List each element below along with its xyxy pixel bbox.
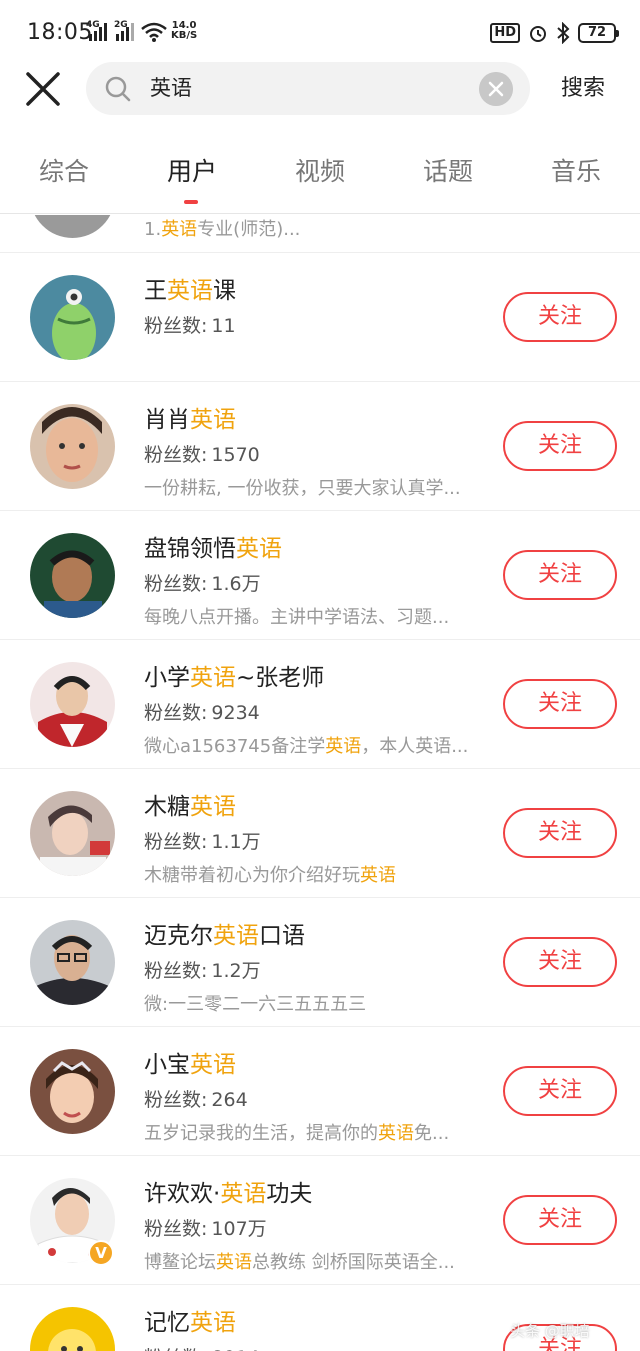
user-desc: 五岁记录我的生活，提高你的英语免...	[144, 1123, 450, 1144]
fans-count: 粉丝数: 1.1万	[144, 831, 261, 853]
teacher-avatar	[30, 662, 115, 747]
user-desc: 微心a1563745备注学英语，本人英语...	[144, 736, 469, 757]
signal-icon-2	[116, 23, 134, 41]
list-item[interactable]: 小宝英语 粉丝数: 264 五岁记录我的生活，提高你的英语免... 关注	[0, 1027, 640, 1156]
watermark: 头条 @职培	[510, 1322, 590, 1340]
tab-videos[interactable]: 视频	[256, 152, 384, 188]
user-name: 许欢欢·英语功夫	[144, 1181, 313, 1207]
fans-count: 粉丝数: 1570	[144, 444, 260, 466]
hd-badge: HD	[490, 23, 520, 43]
follow-button[interactable]: 关注	[503, 421, 617, 471]
search-box[interactable]	[86, 62, 530, 115]
wifi-icon	[141, 22, 167, 42]
user-name: 木糖英语	[144, 794, 236, 820]
user-desc: 微:一三零二一六三五五五三	[144, 994, 367, 1015]
follow-button[interactable]: 关注	[503, 1195, 617, 1245]
glasses-man-avatar	[30, 920, 115, 1005]
user-results-list: 1.英语专业(师范)... 王英语课 粉丝数: 11 关注 肖肖英语 粉丝数: …	[0, 215, 640, 1351]
user-desc: 每晚八点开播。主讲中学语法、习题...	[144, 607, 450, 628]
user-name: 盘锦领悟英语	[144, 536, 282, 562]
tab-bar: 综合 用户 视频 话题 音乐	[0, 140, 640, 214]
list-item[interactable]: 记忆英语 粉丝数:8914 关注	[0, 1285, 640, 1351]
fans-count: 粉丝数: 9234	[144, 702, 260, 724]
signal-icon	[89, 23, 107, 41]
follow-button[interactable]: 关注	[503, 937, 617, 987]
status-right-icons: HD 72	[490, 20, 619, 46]
tab-topics[interactable]: 话题	[384, 152, 512, 188]
fans-count: 粉丝数: 11	[144, 315, 236, 337]
fans-count: 粉丝数: 1.2万	[144, 960, 261, 982]
young-man-avatar	[30, 791, 115, 876]
clear-search-icon[interactable]	[479, 72, 513, 106]
search-input[interactable]	[150, 62, 450, 115]
close-icon[interactable]	[22, 68, 64, 110]
man-chalkboard-avatar	[30, 533, 115, 618]
bluetooth-icon	[557, 22, 570, 44]
tab-music[interactable]: 音乐	[512, 152, 640, 188]
search-icon	[105, 76, 131, 102]
green-monster-avatar	[30, 275, 115, 360]
verified-badge-icon: V	[88, 1240, 114, 1266]
user-name: 小宝英语	[144, 1052, 236, 1078]
status-time: 18:05	[27, 20, 93, 45]
user-desc: 1.英语专业(师范)...	[144, 219, 301, 240]
user-desc: 木糖带着初心为你介绍好玩英语	[144, 865, 396, 886]
woman-avatar	[30, 404, 115, 489]
gray-avatar	[30, 215, 115, 238]
user-name: 迈克尔英语口语	[144, 923, 305, 949]
user-name: 王英语课	[144, 278, 236, 304]
active-tab-indicator	[184, 200, 198, 204]
list-item[interactable]: 王英语课 粉丝数: 11 关注	[0, 253, 640, 382]
fans-count: 粉丝数: 264	[144, 1089, 248, 1111]
user-name: 记忆英语	[144, 1310, 236, 1336]
follow-button[interactable]: 关注	[503, 1066, 617, 1116]
list-item[interactable]: 盘锦领悟英语 粉丝数: 1.6万 每晚八点开播。主讲中学语法、习题... 关注	[0, 511, 640, 640]
list-item[interactable]: 迈克尔英语口语 粉丝数: 1.2万 微:一三零二一六三五五五三 关注	[0, 898, 640, 1027]
fans-count: 粉丝数: 107万	[144, 1218, 267, 1240]
girl-avatar	[30, 1049, 115, 1134]
list-item[interactable]: 小学英语~张老师 粉丝数: 9234 微心a1563745备注学英语，本人英语..…	[0, 640, 640, 769]
follow-button[interactable]: 关注	[503, 292, 617, 342]
alarm-icon	[530, 26, 546, 42]
follow-button[interactable]: 关注	[503, 550, 617, 600]
fans-count: 粉丝数: 1.6万	[144, 573, 261, 595]
list-item[interactable]: 1.英语专业(师范)...	[0, 215, 640, 253]
fans-count: 粉丝数:8914	[144, 1343, 260, 1351]
tab-overview[interactable]: 综合	[0, 152, 128, 188]
user-name: 肖肖英语	[144, 407, 236, 433]
battery-icon: 72	[578, 23, 619, 43]
user-desc: 一份耕耘, 一份收获，只要大家认真学...	[144, 478, 461, 499]
user-name: 小学英语~张老师	[144, 665, 325, 691]
search-button[interactable]: 搜索	[561, 72, 605, 106]
follow-button[interactable]: 关注	[503, 808, 617, 858]
list-item[interactable]: 木糖英语 粉丝数: 1.1万 木糖带着初心为你介绍好玩英语 关注	[0, 769, 640, 898]
follow-button[interactable]: 关注	[503, 679, 617, 729]
status-bar: 18:05 4G 2G 14.0 KB/S HD 72	[0, 0, 640, 62]
speed-unit: KB/S	[171, 30, 198, 41]
user-desc: 博鳌论坛英语总教练 剑桥国际英语全...	[144, 1252, 455, 1273]
tab-users[interactable]: 用户	[128, 152, 256, 188]
list-item[interactable]: V 许欢欢·英语功夫 粉丝数: 107万 博鳌论坛英语总教练 剑桥国际英语全...…	[0, 1156, 640, 1285]
network-speed: 14.0 KB/S	[171, 21, 197, 41]
list-item[interactable]: 肖肖英语 粉丝数: 1570 一份耕耘, 一份收获，只要大家认真学... 关注	[0, 382, 640, 511]
yellow-cartoon-avatar	[30, 1307, 115, 1351]
